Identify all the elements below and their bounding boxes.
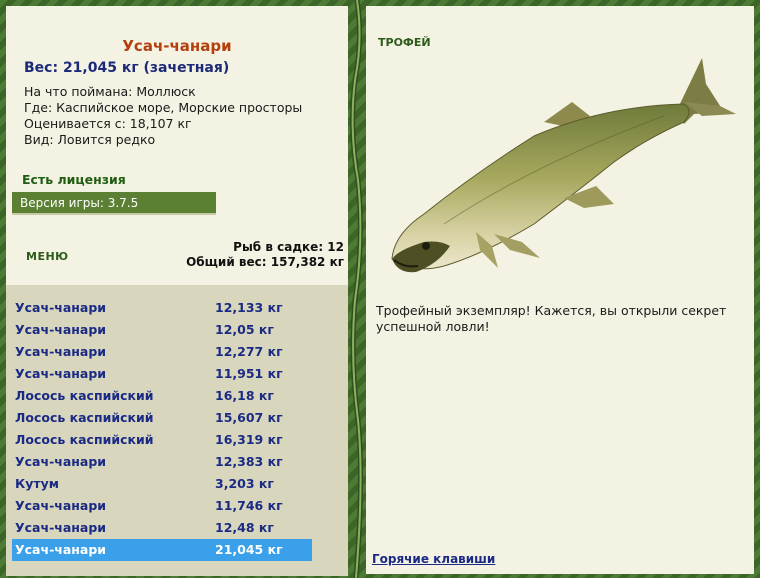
fish-bait: На что поймана: Моллюск (24, 84, 196, 99)
catch-fish-name: Усач-чанари (15, 542, 107, 557)
catch-fish-name: Усач-чанари (15, 454, 107, 469)
catch-row[interactable]: Усач-чанари 12,05 кг (12, 319, 312, 341)
version-bar: Версия игры: 3.7.5 (12, 192, 216, 215)
fish-weight: Вес: 21,045 кг (зачетная) (24, 60, 230, 76)
catch-fish-weight: 12,277 кг (215, 344, 283, 359)
fish-title: Усач-чанари (122, 37, 232, 55)
catch-fish-weight: 12,05 кг (215, 322, 274, 337)
catch-row[interactable]: Усач-чанари 12,383 кг (12, 451, 312, 473)
catch-fish-weight: 21,045 кг (215, 542, 283, 557)
catch-row[interactable]: Усач-чанари 12,48 кг (12, 517, 312, 539)
catch-fish-name: Кутум (15, 476, 59, 491)
hotkeys-link[interactable]: Горячие клавиши (372, 552, 495, 566)
fish-location: Где: Каспийское море, Морские просторы (24, 100, 303, 115)
catch-fish-weight: 16,319 кг (215, 432, 283, 447)
catch-row[interactable]: Усач-чанари 12,133 кг (12, 297, 312, 319)
catch-row[interactable]: Лосось каспийский 15,607 кг (12, 407, 312, 429)
catch-row[interactable]: Лосось каспийский 16,18 кг (12, 385, 312, 407)
cage-total-weight: Общий вес: 157,382 кг (186, 255, 344, 269)
cage-summary: Рыб в садке: 12 Общий вес: 157,382 кг (186, 240, 344, 270)
catch-fish-weight: 16,18 кг (215, 388, 274, 403)
cage-count: Рыб в садке: 12 (233, 240, 344, 254)
catch-fish-weight: 11,951 кг (215, 366, 283, 381)
catch-fish-weight: 15,607 кг (215, 410, 283, 425)
trophy-heading: ТРОФЕЙ (378, 36, 431, 49)
catch-fish-weight: 11,746 кг (215, 498, 283, 513)
catch-fish-name: Усач-чанари (15, 498, 107, 513)
catch-fish-weight: 3,203 кг (215, 476, 274, 491)
menu-button[interactable]: МЕНЮ (26, 250, 69, 263)
catch-fish-name: Усач-чанари (15, 300, 107, 315)
catch-row[interactable]: Усач-чанари 12,277 кг (12, 341, 312, 363)
fish-image (391, 58, 736, 273)
catch-fish-weight: 12,133 кг (215, 300, 283, 315)
catch-fish-weight: 12,383 кг (215, 454, 283, 469)
trophy-description: Трофейный экземпляр! Кажется, вы открыли… (376, 303, 727, 334)
catch-fish-name: Лосось каспийский (15, 410, 154, 425)
catch-fish-name: Усач-чанари (15, 366, 107, 381)
fish-kind: Вид: Ловится редко (24, 132, 156, 147)
catch-row[interactable]: Усач-чанари 11,951 кг (12, 363, 312, 385)
catch-row[interactable]: Лосось каспийский 16,319 кг (12, 429, 312, 451)
catch-fish-name: Усач-чанари (15, 520, 107, 535)
catch-row[interactable]: Усач-чанари 21,045 кг (12, 539, 312, 561)
catch-fish-weight: 12,48 кг (215, 520, 274, 535)
fish-value: Оценивается с: 18,107 кг (24, 116, 192, 131)
catch-row[interactable]: Кутум 3,203 кг (12, 473, 312, 495)
vine-divider (350, 0, 364, 578)
catch-fish-name: Лосось каспийский (15, 432, 154, 447)
catch-row[interactable]: Усач-чанари 11,746 кг (12, 495, 312, 517)
catch-fish-name: Усач-чанари (15, 322, 107, 337)
catch-fish-name: Лосось каспийский (15, 388, 154, 403)
trophy-panel: ТРОФЕЙ Трофейный экземпляр! Кажется, вы (366, 6, 754, 574)
license-status: Есть лицензия (22, 172, 126, 187)
fish-info-panel: Усач-чанари Вес: 21,045 кг (зачетная) На… (6, 6, 348, 576)
catch-list: Усач-чанари 12,133 кг Усач-чанари 12,05 кг У… (6, 283, 348, 576)
catch-fish-name: Усач-чанари (15, 344, 107, 359)
